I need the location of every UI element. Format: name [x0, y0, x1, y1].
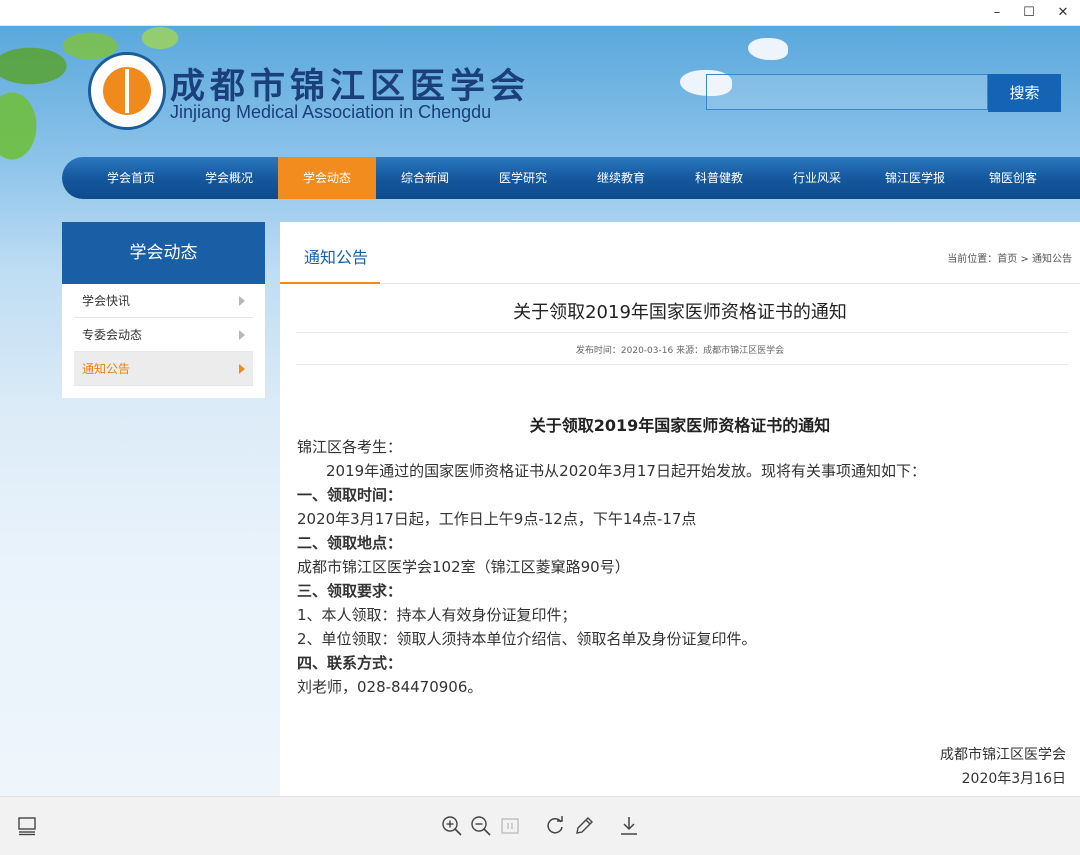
- main-nav: 学会首页 学会概况 学会动态 综合新闻 医学研究 继续教育 科普健教 行业风采 …: [62, 157, 1080, 199]
- nav-item-education[interactable]: 继续教育: [572, 157, 670, 199]
- nav-item-science[interactable]: 科普健教: [670, 157, 768, 199]
- window-titlebar: – ☐ ✕: [0, 0, 1080, 26]
- chevron-right-icon: [239, 330, 245, 340]
- maximize-icon[interactable]: ☐: [1018, 3, 1040, 23]
- nav-item-maker[interactable]: 锦医创客: [964, 157, 1062, 199]
- rotate-icon[interactable]: [542, 813, 568, 839]
- viewer-toolbar: [0, 796, 1080, 855]
- divider: [296, 332, 1068, 333]
- close-icon[interactable]: ✕: [1052, 3, 1074, 23]
- nav-item-research[interactable]: 医学研究: [474, 157, 572, 199]
- section-heading: 一、领取时间：: [297, 486, 403, 504]
- nav-item-home[interactable]: 学会首页: [82, 157, 180, 199]
- site-name-en: Jinjiang Medical Association in Chengdu: [170, 102, 492, 122]
- sidebar-item-quick-news[interactable]: 学会快讯: [74, 284, 253, 318]
- section-heading: 四、联系方式：: [297, 654, 403, 672]
- content-header: 通知公告 当前位置：首页 > 通知公告: [280, 222, 1080, 284]
- section-title: 通知公告: [304, 248, 369, 267]
- chevron-right-icon: [239, 296, 245, 306]
- minimize-icon[interactable]: –: [986, 3, 1008, 23]
- dove-icon: [748, 38, 788, 60]
- search-button[interactable]: 搜索: [988, 74, 1061, 112]
- chevron-right-icon: [239, 364, 245, 374]
- sidebar: 学会动态 学会快讯 专委会动态 通知公告: [62, 222, 265, 398]
- section-heading: 三、领取要求：: [297, 582, 403, 600]
- zoom-out-icon[interactable]: [468, 813, 494, 839]
- zoom-in-icon[interactable]: [439, 813, 465, 839]
- sidebar-item-label: 学会快讯: [82, 294, 131, 308]
- section-underline: [280, 282, 380, 284]
- image-viewport: 成都市锦江区医学会 Jinjiang Medical Association i…: [0, 26, 1080, 796]
- article-title: 关于领取2019年国家医师资格证书的通知: [513, 302, 847, 323]
- search-input[interactable]: [706, 74, 988, 110]
- actual-size-icon: [497, 813, 523, 839]
- paragraph: 成都市锦江区医学会102室（锦江区菱窠路90号）: [297, 558, 630, 576]
- sidebar-item-notices[interactable]: 通知公告: [74, 352, 253, 386]
- section-heading: 二、领取地点：: [297, 534, 403, 552]
- body-title: 关于领取2019年国家医师资格证书的通知: [529, 416, 831, 435]
- breadcrumb[interactable]: 当前位置：首页 > 通知公告: [947, 250, 1072, 265]
- sidebar-item-label: 专委会动态: [82, 328, 143, 342]
- paragraph: 2、单位领取：领取人须持本单位介绍信、领取名单及身份证复印件。: [297, 630, 757, 648]
- greeting: 锦江区各考生：: [297, 438, 403, 456]
- sidebar-item-label: 通知公告: [82, 362, 131, 376]
- nav-item-general-news[interactable]: 综合新闻: [376, 157, 474, 199]
- paragraph: 2020年3月17日起，工作日上午9点-12点，下午14点-17点: [297, 510, 697, 528]
- logo-emblem-icon: [88, 52, 166, 130]
- content-panel: 通知公告 当前位置：首页 > 通知公告 关于领取2019年国家医师资格证书的通知…: [280, 222, 1080, 796]
- edit-icon[interactable]: [571, 813, 597, 839]
- nav-item-news-active[interactable]: 学会动态: [278, 157, 376, 199]
- divider: [296, 364, 1068, 365]
- paragraph: 刘老师，028-84470906。: [297, 678, 483, 696]
- signature-date: 2020年3月16日: [961, 771, 1066, 787]
- download-icon[interactable]: [616, 813, 642, 839]
- nav-item-overview[interactable]: 学会概况: [180, 157, 278, 199]
- panel-toggle-icon[interactable]: [14, 813, 40, 839]
- signature-org: 成都市锦江区医学会: [940, 747, 1066, 763]
- nav-item-industry[interactable]: 行业风采: [768, 157, 866, 199]
- article-meta: 发布时间：2020-03-16 来源：成都市锦江区医学会: [575, 346, 785, 356]
- nav-item-journal[interactable]: 锦江医学报: [866, 157, 964, 199]
- paragraph: 1、本人领取：持本人有效身份证复印件；: [297, 606, 577, 624]
- intro-paragraph: 2019年通过的国家医师资格证书从2020年3月17日起开始发放。现将有关事项通…: [326, 462, 926, 480]
- sidebar-title: 学会动态: [62, 222, 265, 284]
- sidebar-item-committee[interactable]: 专委会动态: [74, 318, 253, 352]
